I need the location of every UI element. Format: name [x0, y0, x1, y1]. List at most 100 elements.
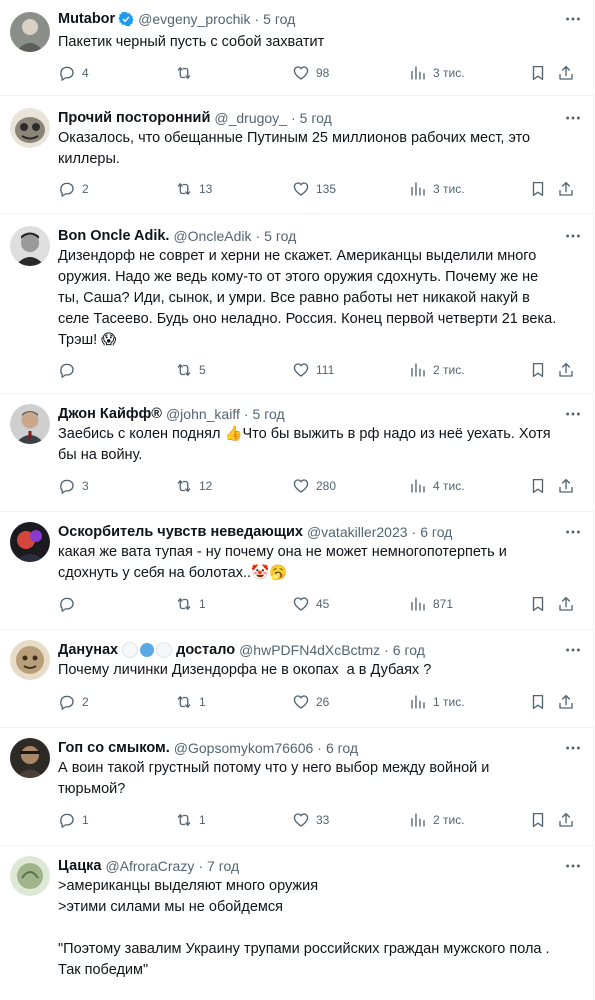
views-button[interactable]: 2 тис. [409, 810, 465, 830]
bookmark-button[interactable] [529, 810, 547, 830]
display-name[interactable]: Цацка [58, 858, 101, 874]
reply-button[interactable]: 2 [58, 692, 89, 712]
like-count: 111 [316, 363, 335, 377]
like-button[interactable]: 135 [292, 179, 336, 199]
share-button[interactable] [557, 360, 575, 380]
reply-button[interactable] [58, 594, 82, 614]
display-name[interactable]: Оскорбитель чувств неведающих [58, 524, 303, 540]
views-button[interactable]: 4 тис. [409, 476, 465, 496]
views-button[interactable]: 3 тис. [409, 179, 465, 199]
views-button[interactable]: 1 тис. [409, 692, 465, 712]
timestamp[interactable]: 6 год [393, 642, 425, 658]
user-handle[interactable]: @AfroraCrazy [105, 858, 194, 874]
retweet-button[interactable]: 12 [175, 476, 212, 496]
tweet[interactable]: Прочий посторонний @_drugoy_ · 5 год Ока… [0, 96, 593, 214]
tweet[interactable]: Цацка @AfroraCrazy · 7 год >американцы в… [0, 846, 593, 982]
share-button[interactable] [557, 476, 575, 496]
more-options-icon[interactable] [563, 738, 583, 758]
avatar[interactable] [10, 12, 50, 52]
user-handle[interactable]: @_drugoy_ [214, 110, 287, 126]
retweet-icon [177, 183, 191, 195]
views-button[interactable]: 3 тис. [409, 63, 465, 83]
timestamp[interactable]: 5 год [253, 406, 285, 422]
share-button[interactable] [557, 692, 575, 712]
timestamp[interactable]: 5 год [264, 228, 296, 244]
tweet[interactable]: Bon Oncle Adik. @OncleAdik · 5 год Дизен… [0, 214, 593, 394]
reply-button[interactable]: 4 [58, 63, 89, 83]
share-button[interactable] [557, 810, 575, 830]
more-options-icon[interactable] [563, 404, 583, 424]
timestamp[interactable]: 5 год [300, 110, 332, 126]
user-handle[interactable]: @john_kaiff [166, 406, 240, 422]
retweet-button[interactable]: 1 [175, 594, 206, 614]
tweet[interactable]: Оскорбитель чувств неведающих @vatakille… [0, 512, 593, 630]
avatar[interactable] [10, 108, 50, 148]
bookmark-button[interactable] [529, 594, 547, 614]
retweet-button[interactable]: 13 [175, 179, 212, 199]
reply-button[interactable]: 2 [58, 179, 89, 199]
views-button[interactable]: 2 тис. [409, 360, 465, 380]
like-button[interactable]: 33 [292, 810, 329, 830]
retweet-button[interactable]: 1 [175, 810, 206, 830]
bookmark-button[interactable] [529, 476, 547, 496]
tweet-header: Гоп со смыком. @Gopsomykom76606 · 6 год [58, 738, 583, 758]
user-handle[interactable]: @vatakiller2023 [307, 524, 408, 540]
tweet-text-line: Так победим" [58, 962, 149, 978]
timestamp[interactable]: 6 год [326, 740, 358, 756]
display-name[interactable]: Mutabor [58, 11, 115, 27]
bookmark-button[interactable] [529, 63, 547, 83]
share-button[interactable] [557, 594, 575, 614]
views-button[interactable]: 871 [409, 594, 453, 614]
like-button[interactable]: 111 [292, 360, 334, 380]
more-options-icon[interactable] [563, 108, 583, 128]
avatar[interactable] [10, 226, 50, 266]
separator-dot: · [254, 11, 260, 27]
more-options-icon[interactable] [563, 9, 583, 29]
bookmark-button[interactable] [529, 692, 547, 712]
reply-button[interactable]: 3 [58, 476, 89, 496]
display-name[interactable]: Джон Кайфф® [58, 406, 162, 422]
user-handle[interactable]: @hwPDFN4dXcBctmz [239, 642, 380, 658]
user-handle[interactable]: @evgeny_prochik [138, 11, 250, 27]
bookmark-button[interactable] [529, 360, 547, 380]
reply-button[interactable] [58, 360, 82, 380]
tweet[interactable]: Гоп со смыком. @Gopsomykom76606 · 6 год … [0, 728, 593, 846]
retweet-button[interactable]: 1 [175, 692, 206, 712]
reply-button[interactable]: 1 [58, 810, 89, 830]
more-options-icon[interactable] [563, 226, 583, 246]
like-button[interactable]: 26 [292, 692, 329, 712]
more-options-icon[interactable] [563, 522, 583, 542]
retweet-button[interactable]: 5 [175, 360, 206, 380]
avatar[interactable] [10, 856, 50, 896]
tweet-text-line: киллеры. [58, 151, 120, 167]
more-options-icon[interactable] [563, 856, 583, 876]
avatar[interactable] [10, 738, 50, 778]
user-handle[interactable]: @OncleAdik [173, 228, 251, 244]
timestamp[interactable]: 6 год [420, 524, 452, 540]
avatar[interactable] [10, 404, 50, 444]
tweet[interactable]: Mutabor @evgeny_prochik · 5 год Пакетик … [0, 0, 593, 96]
avatar[interactable] [10, 640, 50, 680]
tweet[interactable]: Данунах достало @hwPDFN4dXcBctmz · 6 год… [0, 630, 593, 728]
display-name[interactable]: Данунах [58, 642, 118, 658]
timestamp[interactable]: 7 год [207, 858, 239, 874]
share-button[interactable] [557, 63, 575, 83]
display-name[interactable]: Гоп со смыком. [58, 740, 170, 756]
like-button[interactable]: 98 [292, 63, 329, 83]
heart-icon [293, 479, 309, 493]
retweet-button[interactable] [175, 63, 199, 83]
avatar[interactable] [10, 522, 50, 562]
like-button[interactable]: 280 [292, 476, 336, 496]
user-handle[interactable]: @Gopsomykom76606 [174, 740, 314, 756]
analytics-icon [411, 813, 425, 827]
share-button[interactable] [557, 179, 575, 199]
retweet-count: 12 [199, 479, 213, 493]
display-name[interactable]: Прочий посторонний [58, 110, 210, 126]
tweet[interactable]: Джон Кайфф® @john_kaiff · 5 год Заебись … [0, 394, 593, 512]
display-name[interactable]: Bon Oncle Adik. [58, 228, 169, 244]
more-options-icon[interactable] [563, 640, 583, 660]
like-button[interactable]: 45 [292, 594, 329, 614]
bookmark-button[interactable] [529, 179, 547, 199]
display-name-suffix[interactable]: достало [176, 642, 235, 658]
timestamp[interactable]: 5 год [263, 11, 295, 27]
